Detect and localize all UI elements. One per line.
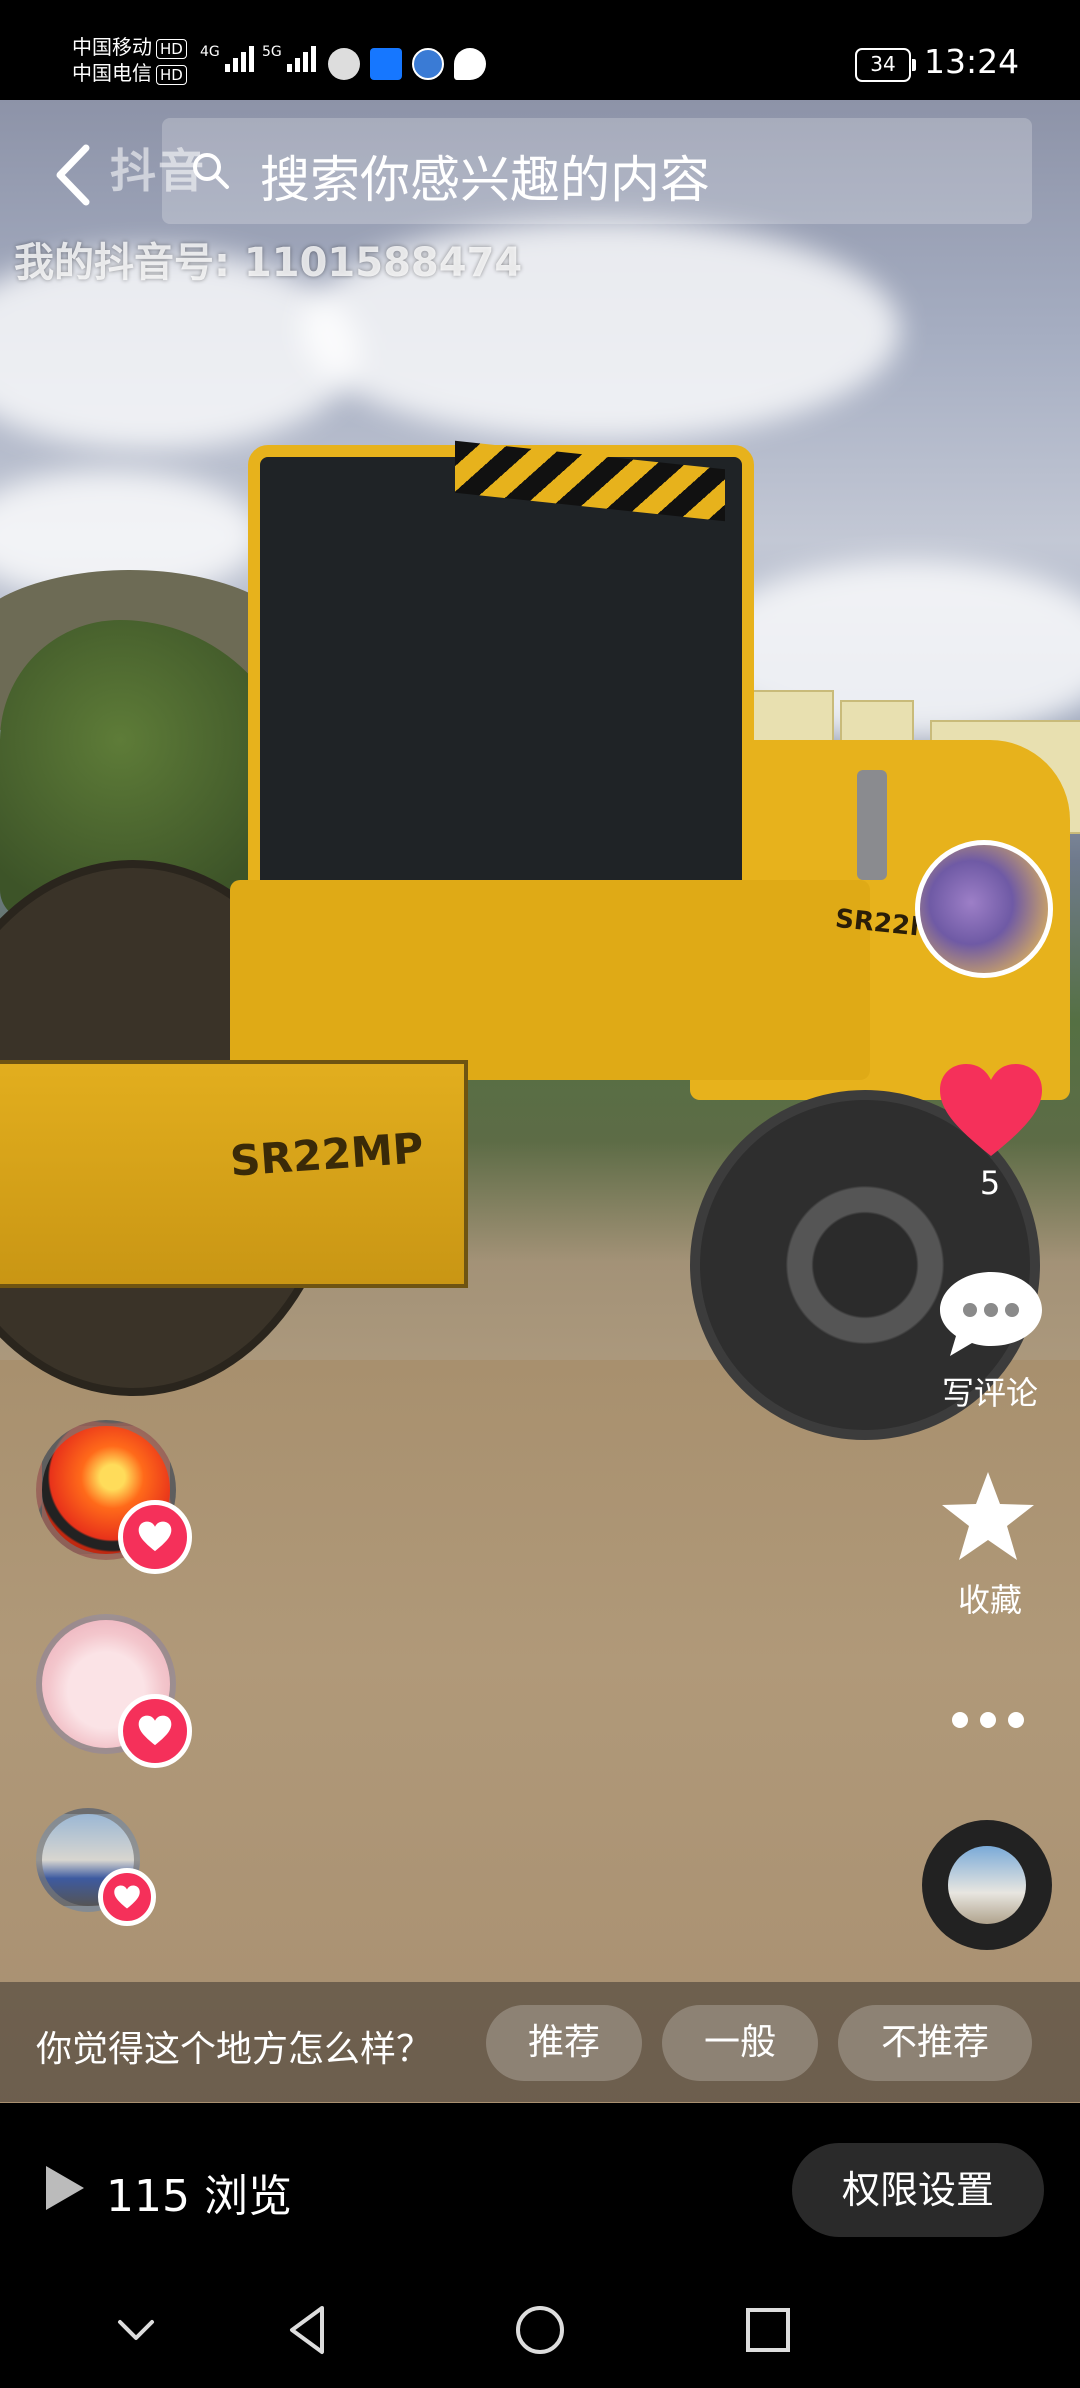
favorite-label: 收藏	[957, 1581, 1022, 1619]
survey-option-average[interactable]: 一般	[662, 2005, 818, 2081]
signal-bars-icon	[224, 46, 254, 72]
notification-icons	[328, 48, 486, 80]
friend-like-badge-1[interactable]	[118, 1500, 192, 1574]
survey-question: 你觉得这个地方怎么样？	[36, 2029, 433, 2070]
back-arrow-icon[interactable]	[46, 140, 100, 210]
battery-indicator: 34	[855, 48, 916, 82]
carrier-1: 中国移动	[72, 35, 152, 59]
friend-like-badge-3[interactable]	[98, 1868, 156, 1926]
machine-exhaust	[857, 770, 887, 880]
nav-back-icon[interactable]	[280, 2300, 340, 2360]
status-bar: 中国移动 HD 中国电信 HD 4G 5G 34 13:24	[0, 0, 1080, 100]
search-icon	[193, 153, 229, 189]
status-time: 13:24	[924, 42, 1020, 81]
search-placeholder: 搜索你感兴趣的内容	[260, 151, 710, 209]
hd-badge-2: HD	[156, 65, 187, 85]
more-dots-icon[interactable]	[946, 1700, 1030, 1740]
alipay-icon	[370, 48, 402, 80]
survey-option-recommend[interactable]: 推荐	[486, 2005, 642, 2081]
heart-icon[interactable]	[936, 1062, 1046, 1162]
account-watermark: 我的抖音号: 1101588474	[14, 240, 523, 286]
browser-icon	[412, 48, 444, 80]
signal-bars-icon	[286, 46, 316, 72]
signal-4g: 4G	[200, 44, 259, 80]
nav-home-icon[interactable]	[510, 2300, 570, 2360]
author-avatar[interactable]	[915, 840, 1053, 978]
audio-app-icon	[328, 48, 360, 80]
like-count: 5	[979, 1164, 1001, 1202]
signal-5g: 5G	[262, 44, 321, 80]
friend-like-badge-2[interactable]	[118, 1694, 192, 1768]
permissions-button[interactable]: 权限设置	[792, 2143, 1044, 2237]
video-frame[interactable]: SR22MP SR22MP	[0, 100, 1080, 2103]
hd-badge-1: HD	[156, 39, 187, 59]
chevron-down-icon[interactable]	[106, 2300, 166, 2360]
play-icon	[46, 2166, 84, 2210]
network-type-1: 4G	[200, 44, 220, 60]
heart-icon	[138, 1521, 172, 1552]
music-disc-cover	[948, 1846, 1026, 1924]
heart-icon	[138, 1715, 172, 1746]
survey-option-not-recommend[interactable]: 不推荐	[838, 2005, 1032, 2081]
machine-chassis	[230, 880, 870, 1080]
comment-label: 写评论	[941, 1374, 1038, 1412]
network-type-2: 5G	[262, 44, 282, 60]
message-icon	[454, 48, 486, 80]
star-icon[interactable]	[938, 1468, 1038, 1564]
carrier-2: 中国电信	[72, 61, 152, 85]
view-count: 115 浏览	[106, 2171, 292, 2222]
heart-icon	[114, 1885, 140, 1908]
carrier-info: 中国移动 HD 中国电信 HD	[72, 34, 187, 86]
nav-recent-icon[interactable]	[738, 2300, 798, 2360]
comment-icon[interactable]	[936, 1268, 1046, 1360]
